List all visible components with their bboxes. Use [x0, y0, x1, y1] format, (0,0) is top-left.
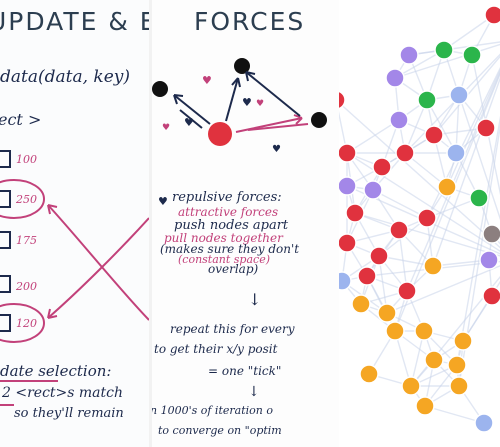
forces-line: n 1000's of iteration o	[150, 404, 273, 417]
graph-node-orange	[377, 303, 397, 323]
graph-node-red	[395, 143, 415, 163]
force-graph	[339, 5, 500, 433]
graph-node-green	[469, 188, 489, 208]
graph-node-blue	[474, 413, 494, 433]
rect-box	[0, 150, 11, 168]
force-arrow	[245, 71, 301, 117]
selection-line: 2 <rect>s match	[2, 385, 124, 401]
rect-box	[0, 190, 11, 208]
graph-node-green	[434, 40, 454, 60]
down-arrow: ↓	[248, 384, 260, 400]
node-red	[208, 122, 232, 146]
value-label: 200	[16, 280, 37, 293]
cross-arrow	[47, 204, 149, 321]
forces-line: overlap)	[208, 262, 259, 276]
graph-node-purple	[385, 68, 405, 88]
update-panel: UPDATE & E data(data, key) ect > 100 250…	[0, 0, 149, 447]
rect-box	[0, 275, 11, 293]
graph-node-red	[476, 118, 496, 138]
forces-line: attractive forces	[178, 205, 279, 219]
graph-node-blue	[449, 85, 469, 105]
graph-node-orange	[351, 294, 371, 314]
forces-line: to converge on "optim	[158, 424, 282, 437]
graph-node-purple	[363, 180, 383, 200]
graph-panel	[339, 0, 500, 447]
graph-node-purple	[339, 176, 357, 196]
graph-node-orange	[437, 177, 457, 197]
graph-node-green	[462, 45, 482, 65]
value-label: 175	[16, 234, 37, 247]
node-black	[152, 81, 168, 97]
value-label: 100	[16, 153, 37, 166]
graph-node-red	[345, 203, 365, 223]
graph-node-orange	[453, 331, 473, 351]
rect-tag: ect >	[0, 110, 42, 129]
graph-node-red	[339, 233, 357, 253]
selection-label: date selection:	[0, 362, 112, 380]
forces-line: to get their x/y posit	[154, 342, 278, 356]
forces-line: repulsive forces:	[172, 190, 282, 205]
graph-node-orange	[449, 376, 469, 396]
graph-node-purple	[479, 250, 499, 270]
graph-node-purple	[389, 110, 409, 130]
graph-node-red	[339, 143, 357, 163]
graph-node-orange	[447, 355, 467, 375]
graph-node-orange	[423, 256, 443, 276]
graph-node-red	[369, 246, 389, 266]
graph-node-orange	[385, 321, 405, 341]
rect-box	[0, 231, 11, 249]
heart-icon: ♥	[242, 96, 252, 109]
graph-node-orange	[415, 396, 435, 416]
graph-node-red	[417, 208, 437, 228]
heart-icon: ♥	[256, 99, 264, 109]
selection-line: so they'll remain	[14, 406, 124, 421]
forces-line: repeat this for every	[170, 322, 295, 336]
graph-node-red	[482, 286, 500, 306]
graph-node-blue	[339, 271, 352, 291]
value-label: 120	[16, 317, 37, 330]
graph-node-orange	[414, 321, 434, 341]
code-line: data(data, key)	[0, 67, 131, 87]
down-arrow: ↓	[248, 290, 262, 309]
forces-line: = one "tick"	[208, 364, 282, 378]
heart-icon: ♥	[158, 195, 168, 208]
graph-node-red	[389, 220, 409, 240]
graph-node-red	[357, 266, 377, 286]
graph-node-red	[372, 157, 392, 177]
value-label: 250	[16, 193, 37, 206]
graph-node-orange	[359, 364, 379, 384]
forces-panel: FORCES ♥ ♥ ♥ ♥ ♥ ♥ ♥ repulsive forces: a…	[149, 0, 345, 447]
heart-icon: ♥	[202, 74, 212, 87]
graph-node-red	[484, 5, 500, 25]
graph-node-blue	[446, 143, 466, 163]
graph-node-green	[417, 90, 437, 110]
graph-node-orange	[424, 350, 444, 370]
heart-icon: ♥	[162, 123, 170, 133]
graph-node-red	[339, 90, 346, 110]
heart-icon: ♥	[272, 144, 281, 155]
node-black	[311, 112, 327, 128]
graph-node-red	[397, 281, 417, 301]
graph-node-gray	[482, 224, 500, 244]
graph-node-purple	[399, 45, 419, 65]
heart-icon: ♥	[184, 116, 194, 129]
graph-node-orange	[401, 376, 421, 396]
rect-box	[0, 314, 11, 332]
graph-node-red	[424, 125, 444, 145]
